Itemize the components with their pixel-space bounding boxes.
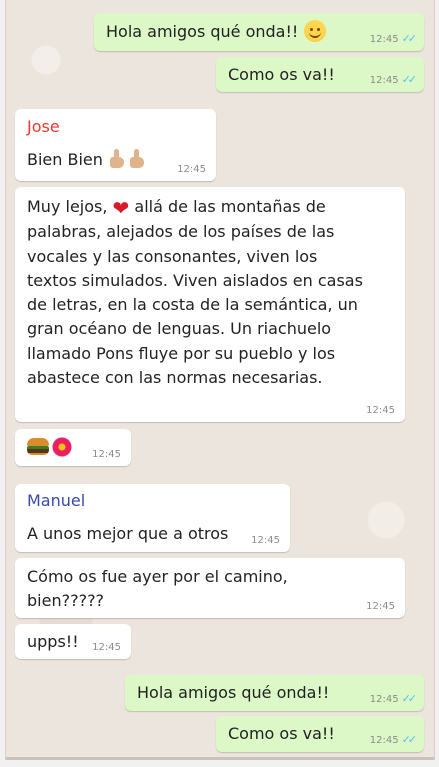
message-text: upps!! — [27, 632, 79, 651]
message-bubble-incoming[interactable]: Muy lejos, ❤ allá de las montañas de pal… — [15, 187, 405, 422]
message-time: 12:45 — [177, 164, 206, 175]
double-check-icon: ✓✓ — [401, 73, 418, 86]
message-time: 12:45 — [366, 601, 395, 612]
double-check-icon: ✓✓ — [401, 692, 418, 705]
message-time: 12:45 — [251, 535, 280, 546]
message-bubble-incoming[interactable]: Cómo os fue ayer por el camino, bien????… — [15, 558, 405, 618]
message-text: A unos mejor que a otros — [27, 524, 229, 543]
message-bubble-incoming[interactable]: 12:45 — [15, 429, 131, 466]
hamburger-icon — [27, 438, 49, 456]
message-time: 12:45 — [369, 34, 399, 45]
message-bubble-outgoing[interactable]: Hola amigos qué onda!! 12:45 ✓✓ — [94, 13, 424, 51]
thumbs-up-icon — [108, 149, 128, 169]
message-text: Como os va!! — [228, 724, 335, 743]
message-bubble-outgoing[interactable]: Como os va!! 12:45 ✓✓ — [216, 716, 424, 752]
message-time: 12:45 — [369, 694, 399, 705]
message-text: allá de las montañas de palabras, alejad… — [27, 197, 363, 388]
sender-name: Jose — [27, 117, 60, 136]
sender-name: Manuel — [27, 491, 86, 510]
message-bubble-outgoing[interactable]: Como os va!! 12:45 ✓✓ — [216, 57, 424, 92]
message-bubble-incoming[interactable]: upps!! 12:45 — [15, 624, 131, 659]
message-meta: 12:45 ✓✓ — [369, 32, 418, 45]
message-text-start: Muy lejos, — [27, 197, 108, 216]
message-text: Bien Bien — [27, 150, 103, 169]
hibiscus-icon — [52, 437, 72, 457]
message-text: Cómo os fue ayer por el camino, bien????… — [27, 567, 288, 610]
thumbs-up-icon — [128, 149, 148, 169]
message-time: 12:45 — [92, 642, 121, 653]
message-time: 12:45 — [366, 405, 395, 416]
smiling-face-icon — [304, 20, 327, 42]
message-time: 12:45 — [92, 449, 121, 460]
double-check-icon: ✓✓ — [401, 733, 418, 746]
message-text: Hola amigos qué onda!! — [137, 683, 330, 702]
message-text: Hola amigos qué onda!! — [106, 22, 299, 41]
message-body: Muy lejos, ❤ allá de las montañas de pal… — [27, 195, 367, 390]
double-check-icon: ✓✓ — [401, 32, 418, 45]
message-text: Como os va!! — [228, 65, 335, 84]
message-time: 12:45 — [369, 75, 399, 86]
heart-icon: ❤ — [112, 196, 130, 220]
message-time: 12:45 — [369, 735, 399, 746]
message-bubble-outgoing[interactable]: Hola amigos qué onda!! 12:45 ✓✓ — [125, 675, 424, 711]
message-bubble-incoming[interactable]: Jose Bien Bien 12:45 — [15, 109, 216, 181]
message-meta: 12:45 ✓✓ — [369, 73, 418, 86]
message-meta: 12:45 ✓✓ — [369, 733, 418, 746]
message-bubble-incoming[interactable]: Manuel A unos mejor que a otros 12:45 — [15, 484, 290, 552]
message-meta: 12:45 ✓✓ — [369, 692, 418, 705]
chat-panel: Hola amigos qué onda!! 12:45 ✓✓ Como os v… — [5, 0, 435, 760]
